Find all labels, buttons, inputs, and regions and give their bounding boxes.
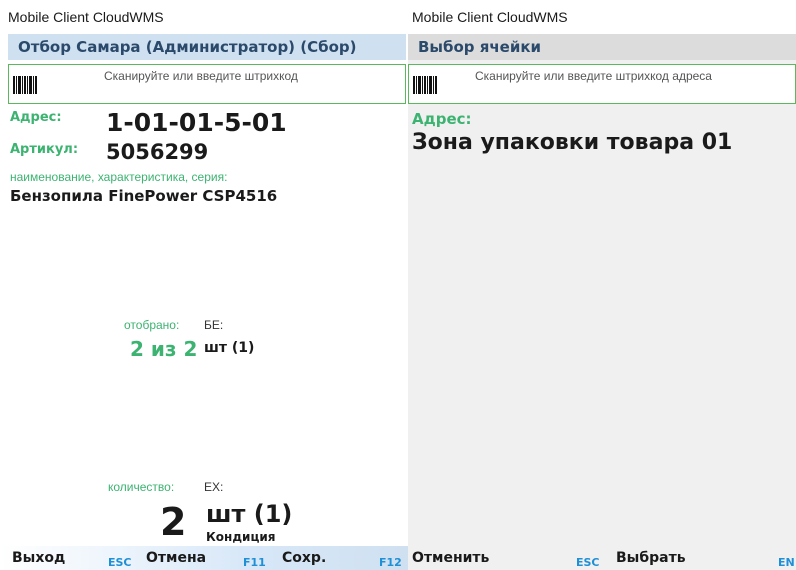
picked-unit: шт (1) (204, 340, 255, 356)
picked-value: 2 из 2 (130, 337, 198, 361)
right-screen: Mobile Client CloudWMS Выбор ячейки Скан… (408, 0, 796, 570)
quantity-label: количество: (108, 480, 175, 494)
window-title: Mobile Client CloudWMS (412, 9, 568, 25)
screen-header: Выбор ячейки (408, 34, 796, 60)
quantity-unit: шт (1) (206, 500, 293, 528)
select-key-hint: EN (778, 556, 795, 569)
cancel-key-hint: F11 (243, 556, 266, 569)
barcode-icon (413, 76, 437, 94)
description-value: Бензопила FinePower CSP4516 (10, 187, 278, 205)
article-label: Артикул: (10, 142, 79, 157)
softkey-bar: Отменить ESC Выбрать EN (408, 546, 796, 570)
barcode-scan-input[interactable]: Сканируйте или введите штрихкод (8, 64, 406, 104)
picked-unit-label: БЕ: (204, 318, 224, 332)
condition-label: Кондиция (206, 530, 276, 544)
address-scan-input[interactable]: Сканируйте или введите штрихкод адреса (408, 64, 796, 104)
quantity-value[interactable]: 2 (160, 500, 186, 544)
address-value: 1-01-01-5-01 (106, 108, 287, 137)
address-label: Адрес: (412, 110, 472, 128)
select-button[interactable]: Выбрать (616, 550, 686, 566)
scan-placeholder: Сканируйте или введите штрихкод (104, 69, 298, 83)
barcode-icon (13, 76, 37, 94)
description-label: наименование, характеристика, серия: (10, 170, 228, 184)
save-button[interactable]: Сохр. (282, 550, 326, 566)
article-value: 5056299 (106, 140, 209, 164)
left-screen: Mobile Client CloudWMS Отбор Самара (Адм… (0, 0, 408, 570)
exit-button[interactable]: Выход (12, 550, 65, 566)
quantity-unit-label: ЕХ: (204, 480, 224, 494)
scan-placeholder: Сканируйте или введите штрихкод адреса (475, 69, 712, 83)
address-label: Адрес: (10, 110, 62, 125)
address-value: Зона упаковки товара 01 (412, 130, 733, 155)
picked-label: отобрано: (124, 318, 180, 332)
cancel-button[interactable]: Отмена (146, 550, 206, 566)
screen-header: Отбор Самара (Администратор) (Сбор) (8, 34, 406, 60)
window-title: Mobile Client CloudWMS (8, 9, 164, 25)
exit-key-hint: ESC (108, 556, 132, 569)
cancel-button[interactable]: Отменить (412, 550, 489, 566)
softkey-bar: Выход ESC Отмена F11 Сохр. F12 (0, 546, 408, 570)
save-key-hint: F12 (379, 556, 402, 569)
cancel-key-hint: ESC (576, 556, 600, 569)
